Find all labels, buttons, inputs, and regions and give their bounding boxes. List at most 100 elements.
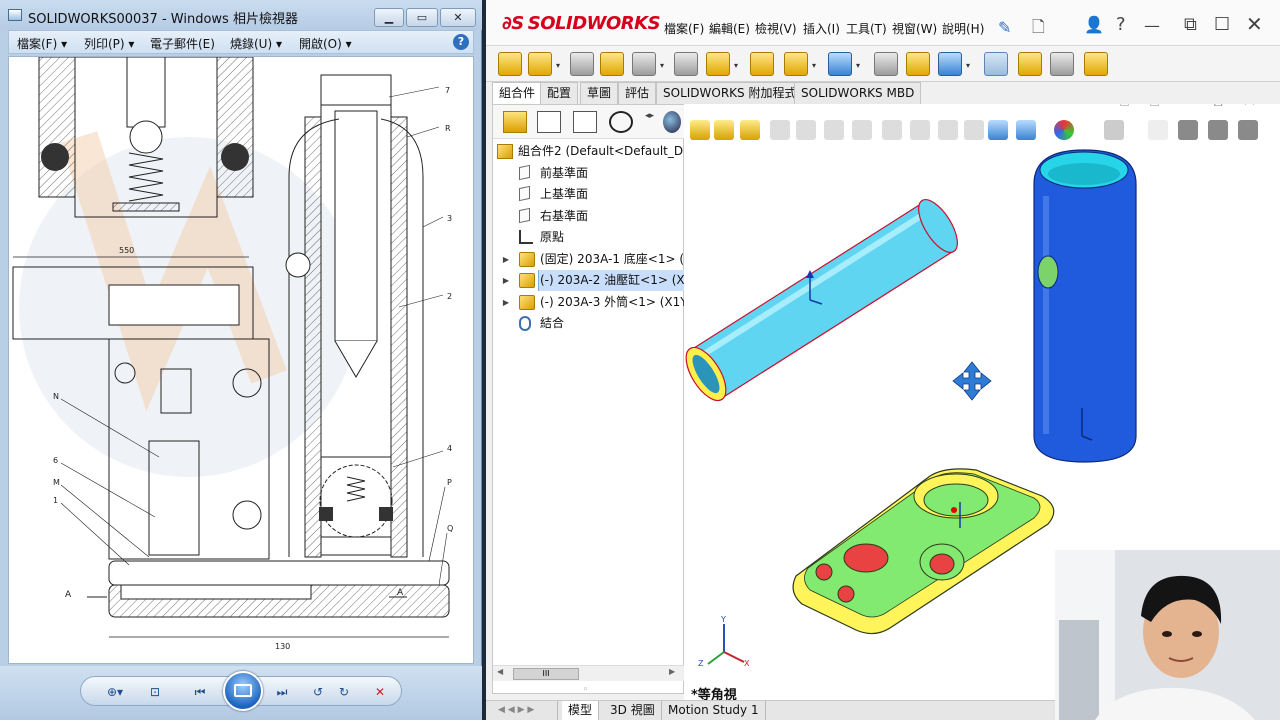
display-style-icon[interactable]: [852, 120, 872, 140]
tab-layout[interactable]: 配置: [540, 82, 579, 104]
dimxpert-icon[interactable]: [609, 111, 633, 133]
mate-icon[interactable]: ▾: [528, 52, 560, 76]
pin-icon[interactable]: ✎: [998, 18, 1011, 37]
new-document-icon[interactable]: 🗋: [1032, 16, 1045, 43]
menu-file[interactable]: 檔案(F) ▾: [17, 35, 67, 52]
vp-minimize-icon[interactable]: —: [1182, 104, 1197, 110]
display-mode-icon[interactable]: [1016, 120, 1036, 140]
section-view-icon[interactable]: [770, 120, 790, 140]
linear-pattern-icon[interactable]: ▾: [632, 52, 664, 76]
snapshot-icon[interactable]: [1050, 52, 1074, 76]
sw-menu-tools[interactable]: 工具(T): [846, 20, 887, 37]
display-manager-icon[interactable]: [663, 111, 681, 133]
scroll-left-icon[interactable]: ◀: [497, 667, 503, 676]
sw-menu-file[interactable]: 檔案(F): [664, 20, 704, 37]
bottom-tab-model[interactable]: 模型: [562, 701, 600, 720]
tree-item[interactable]: 右基準面: [493, 206, 685, 227]
smart-fasteners-icon[interactable]: [674, 52, 698, 76]
tab-evaluate[interactable]: 評估: [618, 82, 657, 104]
menu-burn[interactable]: 燒錄(U) ▾: [230, 35, 282, 52]
view-plane-icon[interactable]: [1238, 120, 1258, 140]
part-base[interactable]: [792, 468, 1055, 635]
vp-close-icon[interactable]: ✕: [1242, 104, 1257, 111]
view-settings-icon[interactable]: [964, 120, 984, 140]
paperclip-mate-icon[interactable]: [570, 52, 594, 76]
view-curve-icon[interactable]: [1208, 120, 1228, 140]
close-button[interactable]: ✕: [440, 8, 476, 27]
hide-show-icon[interactable]: [882, 120, 902, 140]
zoom-to-area-icon[interactable]: [714, 120, 734, 140]
tab-assembly[interactable]: 組合件: [492, 82, 543, 104]
rotate-left-icon[interactable]: ↺: [309, 682, 327, 702]
edit-appearance-icon[interactable]: [910, 120, 930, 140]
close-window-icon[interactable]: ✕: [1246, 12, 1263, 36]
component-preview-icon[interactable]: [600, 52, 624, 76]
view-orientation-icon[interactable]: [824, 120, 844, 140]
tree-item[interactable]: 上基準面: [493, 184, 685, 205]
vp-restore-icon[interactable]: ⧉: [1212, 104, 1223, 110]
tree-item[interactable]: 組合件2 (Default<Default_Di: [493, 141, 685, 162]
sw-menu-insert[interactable]: 插入(I): [803, 20, 840, 37]
user-icon[interactable]: 👤: [1084, 15, 1104, 34]
tab-mbd[interactable]: SOLIDWORKS MBD: [794, 82, 922, 104]
part-oil-cylinder[interactable]: [684, 194, 965, 407]
feature-manager-tree-icon[interactable]: [503, 111, 527, 133]
delete-icon[interactable]: ✕: [371, 682, 389, 702]
scroll-thumb[interactable]: III: [513, 668, 579, 680]
zoom-to-fit-icon[interactable]: [690, 120, 710, 140]
move-component-icon[interactable]: ▾: [706, 52, 738, 76]
sw-menu-edit[interactable]: 編輯(E): [709, 20, 750, 37]
sw-menu-view[interactable]: 檢視(V): [755, 20, 797, 37]
tab-nav-arrows-icon[interactable]: ◀ ◀ ▶ ▶: [492, 701, 558, 720]
expand-arrow-icon[interactable]: ▶: [501, 292, 511, 313]
bottom-tab-motion-study[interactable]: Motion Study 1: [662, 701, 766, 720]
next-icon[interactable]: ⏭: [271, 682, 293, 702]
monitor-icon[interactable]: [1104, 120, 1124, 140]
minimize-button[interactable]: ▁: [374, 8, 404, 27]
exploded-view-icon[interactable]: ▾: [938, 52, 970, 76]
menu-email[interactable]: 電子郵件(E): [150, 35, 215, 52]
zoom-icon[interactable]: ⊕▾: [101, 682, 129, 702]
assembly-features-icon[interactable]: ▾: [784, 52, 816, 76]
reference-geometry-icon[interactable]: ▾: [828, 52, 860, 76]
menu-print[interactable]: 列印(P) ▾: [84, 35, 134, 52]
property-manager-icon[interactable]: [537, 111, 561, 133]
tree-item[interactable]: ▶ (固定) 203A-1 底座<1> (X: [493, 249, 685, 270]
view-selection-icon[interactable]: [1178, 120, 1198, 140]
rotate-right-icon[interactable]: ↻: [335, 682, 353, 702]
restore-icon[interactable]: ⧉: [1184, 14, 1197, 35]
tab-sketch[interactable]: 草圖: [580, 82, 619, 104]
scroll-arrows-icon[interactable]: ◂▸: [645, 111, 661, 133]
previous-icon[interactable]: ⏮: [189, 682, 211, 702]
previous-view-icon[interactable]: [740, 120, 760, 140]
bill-of-materials-icon[interactable]: [906, 52, 930, 76]
minimize-icon[interactable]: —: [1144, 16, 1160, 35]
large-assembly-icon[interactable]: [1084, 52, 1108, 76]
vp-tile-left-icon[interactable]: ⎕: [1120, 104, 1129, 110]
interference-detection-icon[interactable]: [1018, 52, 1042, 76]
part-outer-tube[interactable]: [1033, 149, 1137, 463]
new-motion-study-icon[interactable]: [874, 52, 898, 76]
menu-open[interactable]: 開啟(O) ▾: [299, 35, 352, 52]
cube-view-icon[interactable]: [988, 120, 1008, 140]
help-question-icon[interactable]: ?: [1116, 14, 1126, 35]
maximize-button[interactable]: ▭: [406, 8, 438, 27]
show-hidden-icon[interactable]: [750, 52, 774, 76]
configuration-manager-icon[interactable]: [573, 111, 597, 133]
sw-menu-window[interactable]: 視窗(W): [892, 20, 937, 37]
actual-size-icon[interactable]: ⊡: [145, 682, 165, 702]
maximize-icon[interactable]: ☐: [1214, 14, 1230, 35]
instant3d-icon[interactable]: [984, 52, 1008, 76]
insert-component-icon[interactable]: [498, 52, 522, 76]
appearance-icon[interactable]: [1054, 120, 1074, 140]
tree-item[interactable]: 前基準面: [493, 163, 685, 184]
scroll-right-icon[interactable]: ▶: [669, 667, 675, 676]
feature-tree-scrollbar[interactable]: ◀ III ▶: [493, 665, 685, 681]
view-sketch-icon[interactable]: [1148, 120, 1168, 140]
expand-arrow-icon[interactable]: ▶: [501, 249, 511, 270]
tab-addins[interactable]: SOLIDWORKS 附加程式: [656, 82, 804, 104]
slideshow-button[interactable]: [223, 671, 263, 711]
tree-item[interactable]: 原點: [493, 227, 685, 248]
apply-scene-icon[interactable]: [938, 120, 958, 140]
tree-item[interactable]: ▶ (-) 203A-3 外筒<1> (X1Y1: [493, 292, 685, 313]
